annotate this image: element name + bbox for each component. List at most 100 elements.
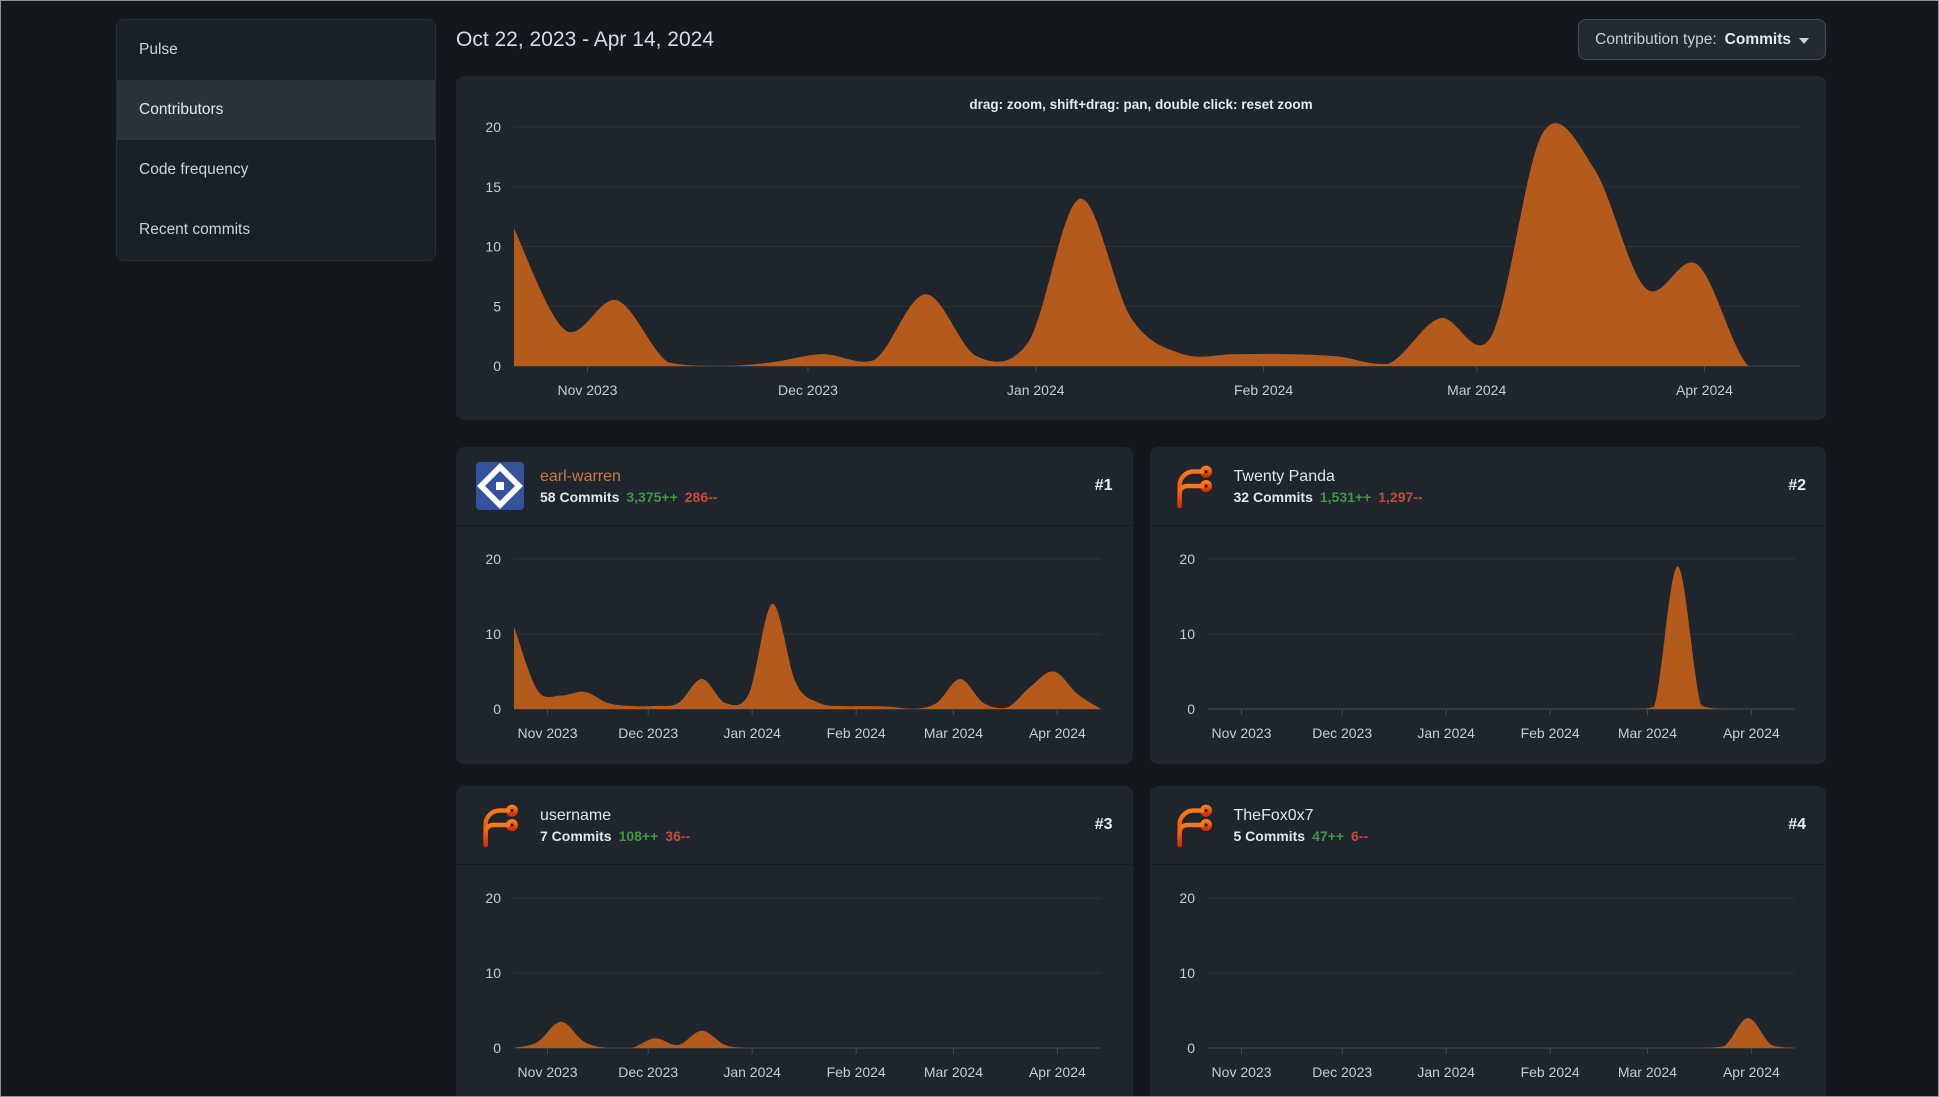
additions-count: 47++ [1312,827,1345,844]
svg-text:Nov 2023: Nov 2023 [1211,1064,1271,1080]
contributors-page: Pulse Contributors Code frequency Recent… [0,0,1939,1097]
svg-text:10: 10 [1179,626,1195,642]
sidebar-item-pulse[interactable]: Pulse [117,20,435,80]
svg-text:Mar 2024: Mar 2024 [1617,725,1676,741]
svg-text:Feb 2024: Feb 2024 [1520,1064,1579,1080]
svg-text:Jan 2024: Jan 2024 [1417,725,1475,741]
svg-text:Apr 2024: Apr 2024 [1676,382,1733,398]
deletions-count: 286-- [684,488,718,505]
contribution-type-dropdown[interactable]: Contribution type: Commits [1578,19,1826,60]
svg-text:Jan 2024: Jan 2024 [1007,382,1065,398]
svg-text:Nov 2023: Nov 2023 [1211,725,1271,741]
contributor-cards-grid: earl-warren 58 Commits 3,375++ 286-- #1 … [456,447,1827,1096]
forgejo-logo-icon [483,804,519,848]
commit-count: 5 Commits [1233,827,1306,844]
contributor-stats: 5 Commits 47++ 6-- [1234,828,1369,844]
svg-text:Nov 2023: Nov 2023 [518,1064,578,1080]
contributor-stats: 32 Commits 1,531++ 1,297-- [1234,489,1423,505]
svg-text:Dec 2023: Dec 2023 [618,725,678,741]
commit-count: 7 Commits [540,827,612,844]
forgejo-logo-icon [1176,465,1212,509]
svg-text:Dec 2023: Dec 2023 [618,1064,678,1080]
svg-text:Apr 2024: Apr 2024 [1029,725,1086,741]
svg-text:15: 15 [485,179,501,195]
contributor-chart[interactable]: 0 10 20 Nov 2023 Dec 2023 Jan 2024 Feb 2024 Mar… [456,526,1133,764]
date-range-title: Oct 22, 2023 - Apr 14, 2024 [456,27,715,51]
svg-text:10: 10 [485,239,501,255]
chart-zoom-hint: drag: zoom, shift+drag: pan, double clic… [969,97,1313,112]
svg-text:20: 20 [485,119,501,135]
deletions-count: 36-- [665,827,691,844]
svg-text:20: 20 [1179,890,1195,906]
svg-text:Apr 2024: Apr 2024 [1722,725,1779,741]
contributor-card: username 7 Commits 108++ 36-- #3 0 10 20 No… [456,786,1133,1096]
svg-text:Mar 2024: Mar 2024 [1447,382,1506,398]
contributor-card: earl-warren 58 Commits 3,375++ 286-- #1 … [456,447,1133,764]
contributor-chart[interactable]: 0 10 20 Nov 2023 Dec 2023 Jan 2024 Feb 2024 Mar… [1150,526,1827,764]
svg-text:Apr 2024: Apr 2024 [1029,1064,1086,1080]
svg-text:20: 20 [485,890,501,906]
avatar[interactable] [1170,801,1218,849]
contributor-name-link[interactable]: earl-warren [540,468,717,486]
svg-text:Feb 2024: Feb 2024 [827,725,886,741]
contributor-card-header: username 7 Commits 108++ 36-- #3 [456,786,1133,865]
chevron-down-icon [1799,37,1809,44]
contributor-card: Twenty Panda 32 Commits 1,531++ 1,297-- … [1149,447,1827,764]
additions-count: 1,531++ [1319,488,1372,505]
commit-count: 32 Commits [1233,488,1313,505]
identicon-avatar-icon [476,462,524,510]
sidebar-item-contributors[interactable]: Contributors [117,80,435,140]
main-content: Oct 22, 2023 - Apr 14, 2024 Contribution… [456,1,1827,1096]
svg-text:20: 20 [1179,551,1195,567]
deletions-count: 1,297-- [1378,488,1423,505]
commit-count: 58 Commits [540,488,620,505]
svg-text:0: 0 [493,1040,501,1056]
svg-text:Nov 2023: Nov 2023 [557,382,617,398]
deletions-count: 6-- [1351,827,1369,844]
svg-text:5: 5 [493,298,501,314]
svg-text:Feb 2024: Feb 2024 [827,1064,886,1080]
svg-text:0: 0 [493,358,501,374]
contributor-chart[interactable]: 0 10 20 Nov 2023 Dec 2023 Jan 2024 Feb 2024 Mar… [456,865,1133,1096]
overall-contributions-chart[interactable]: 0 5 10 15 20 Nov 2023 Dec 2023 Jan 2024 Feb 2024… [456,76,1826,420]
sidebar-item-recent-commits[interactable]: Recent commits [117,200,435,260]
contributor-card-header: earl-warren 58 Commits 3,375++ 286-- #1 [456,447,1133,526]
svg-text:Nov 2023: Nov 2023 [518,725,578,741]
svg-text:0: 0 [493,701,501,717]
svg-text:0: 0 [1187,701,1195,717]
contributor-name-link[interactable]: Twenty Panda [1234,468,1423,486]
svg-text:10: 10 [1179,965,1195,981]
sidebar-item-code-frequency[interactable]: Code frequency [117,140,435,200]
contributor-stats: 7 Commits 108++ 36-- [540,828,690,844]
svg-text:Mar 2024: Mar 2024 [924,725,983,741]
svg-text:Apr 2024: Apr 2024 [1722,1064,1779,1080]
avatar[interactable] [476,462,524,510]
svg-text:Mar 2024: Mar 2024 [924,1064,983,1080]
contributor-name-link[interactable]: TheFox0x7 [1234,807,1369,825]
contribution-type-value: Commits [1724,30,1791,48]
contributor-chart[interactable]: 0 10 20 Nov 2023 Dec 2023 Jan 2024 Feb 2024 Mar… [1150,865,1827,1096]
contributor-rank: #3 [1094,816,1113,833]
svg-text:10: 10 [485,626,501,642]
topbar: Oct 22, 2023 - Apr 14, 2024 Contribution… [456,19,1826,60]
contributor-card-header: Twenty Panda 32 Commits 1,531++ 1,297-- … [1149,447,1826,526]
svg-text:Dec 2023: Dec 2023 [1312,725,1372,741]
additions-count: 108++ [618,827,659,844]
contributor-name-link[interactable]: username [540,807,690,825]
forgejo-logo-icon [1176,804,1212,848]
contributor-stats: 58 Commits 3,375++ 286-- [540,489,717,505]
contributor-card-header: TheFox0x7 5 Commits 47++ 6-- #4 [1149,786,1826,865]
overall-contributions-card: drag: zoom, shift+drag: pan, double clic… [456,76,1826,420]
avatar[interactable] [1170,462,1218,510]
additions-count: 3,375++ [626,488,678,505]
svg-text:Dec 2023: Dec 2023 [1312,1064,1372,1080]
contributor-card: TheFox0x7 5 Commits 47++ 6-- #4 0 10 20 Nov… [1149,786,1827,1096]
svg-text:Feb 2024: Feb 2024 [1234,382,1293,398]
activity-sidebar: Pulse Contributors Code frequency Recent… [116,19,436,261]
svg-text:10: 10 [485,965,501,981]
avatar[interactable] [476,801,524,849]
svg-text:Dec 2023: Dec 2023 [778,382,838,398]
svg-text:0: 0 [1187,1040,1195,1056]
svg-text:Jan 2024: Jan 2024 [723,1064,781,1080]
svg-text:Mar 2024: Mar 2024 [1617,1064,1676,1080]
